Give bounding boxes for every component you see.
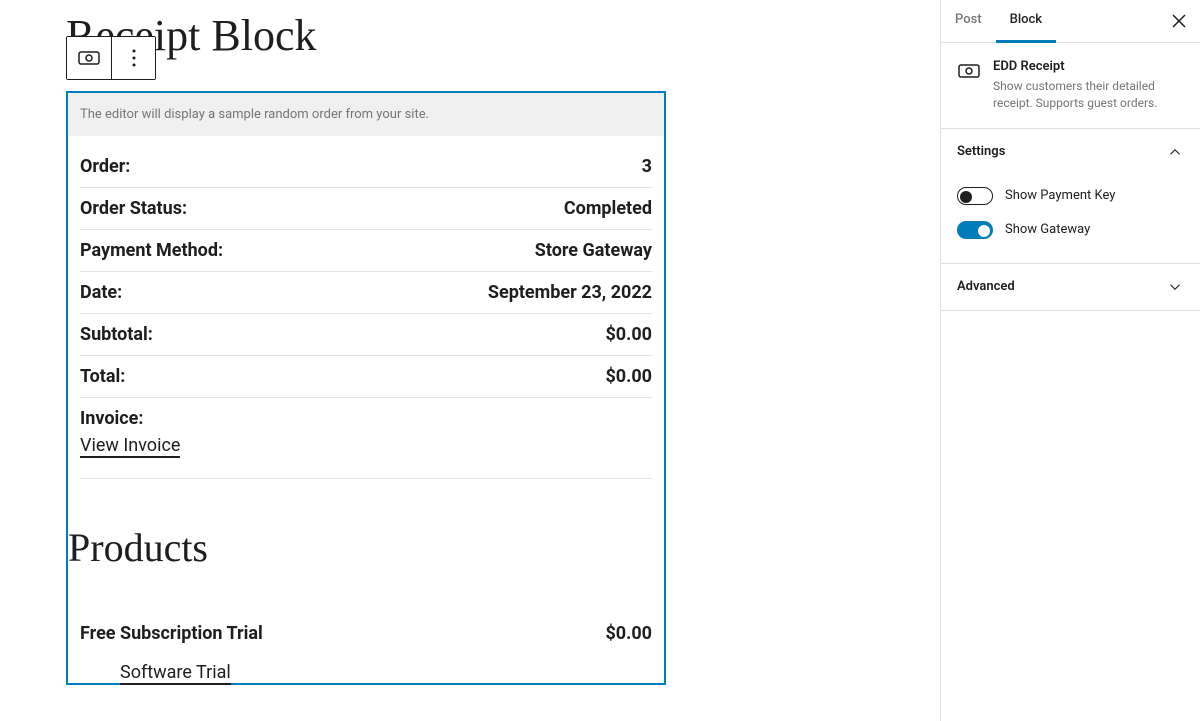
page-title[interactable]: Receipt Block: [66, 10, 940, 63]
block-card-name: EDD Receipt: [993, 59, 1184, 74]
receipt-row-value: September 23, 2022: [488, 282, 652, 303]
receipt-row: Subtotal: $0.00: [80, 314, 652, 356]
receipt-row-label: Total:: [80, 366, 125, 387]
tab-block[interactable]: Block: [996, 0, 1056, 43]
close-sidebar-button[interactable]: [1158, 0, 1200, 43]
block-card: EDD Receipt Show customers their detaile…: [941, 43, 1200, 129]
editor-notice: The editor will display a sample random …: [68, 93, 664, 136]
receipt-block[interactable]: The editor will display a sample random …: [66, 91, 666, 685]
receipt-row-label: Subtotal:: [80, 324, 153, 345]
receipt-row: Order Status: Completed: [80, 188, 652, 230]
view-invoice-link[interactable]: View Invoice: [80, 435, 180, 458]
receipt-row: Total: $0.00: [80, 356, 652, 398]
invoice-label: Invoice:: [80, 408, 143, 429]
block-toolbar: [66, 36, 156, 80]
product-row: Free Subscription Trial $0.00: [80, 611, 652, 656]
receipt-row-label: Order Status:: [80, 198, 187, 219]
receipt-row-label: Order:: [80, 156, 130, 177]
product-item[interactable]: Software Trial: [120, 662, 231, 685]
receipt-invoice-row: Invoice: View Invoice: [80, 398, 652, 479]
receipt-row: Order: 3: [80, 146, 652, 188]
close-icon: [1172, 14, 1186, 28]
sidebar-tabs: Post Block: [941, 0, 1200, 43]
panel-advanced-toggle[interactable]: Advanced: [941, 264, 1200, 310]
chevron-down-icon: [1166, 278, 1184, 296]
receipt-row-label: Payment Method:: [80, 240, 223, 261]
product-price: $0.00: [605, 623, 652, 644]
settings-sidebar: Post Block EDD Receipt Show customers th…: [940, 0, 1200, 721]
receipt-icon: [957, 59, 981, 83]
panel-settings-toggle[interactable]: Settings: [941, 129, 1200, 175]
receipt-row-value: 3: [642, 156, 652, 177]
receipt-row-value: Store Gateway: [535, 240, 652, 261]
toggle-label: Show Payment Key: [1005, 188, 1115, 203]
receipt-row-value: Completed: [564, 198, 652, 219]
receipt-row: Date: September 23, 2022: [80, 272, 652, 314]
toggle-show-gateway[interactable]: [957, 221, 993, 239]
receipt-icon: [77, 46, 101, 70]
receipt-row-label: Date:: [80, 282, 122, 303]
chevron-up-icon: [1166, 143, 1184, 161]
tab-post[interactable]: Post: [941, 0, 996, 43]
panel-title: Settings: [957, 144, 1005, 159]
receipt-row-value: $0.00: [605, 366, 652, 387]
products-heading: Products: [68, 524, 652, 571]
product-items: Software Trial: [120, 662, 652, 683]
toggle-show-gateway-row: Show Gateway: [957, 213, 1184, 247]
toggle-show-payment-key[interactable]: [957, 187, 993, 205]
toggle-show-payment-key-row: Show Payment Key: [957, 179, 1184, 213]
more-vertical-icon: [122, 46, 146, 70]
panel-settings: Settings Show Payment Key Show Gateway: [941, 129, 1200, 264]
receipt-row: Payment Method: Store Gateway: [80, 230, 652, 272]
panel-advanced: Advanced: [941, 264, 1200, 311]
block-card-description: Show customers their detailed receipt. S…: [993, 78, 1184, 112]
product-name: Free Subscription Trial: [80, 623, 263, 644]
block-icon-button[interactable]: [67, 37, 111, 79]
receipt-row-value: $0.00: [605, 324, 652, 345]
toggle-label: Show Gateway: [1005, 222, 1090, 237]
block-options-button[interactable]: [111, 37, 155, 79]
panel-title: Advanced: [957, 279, 1015, 294]
